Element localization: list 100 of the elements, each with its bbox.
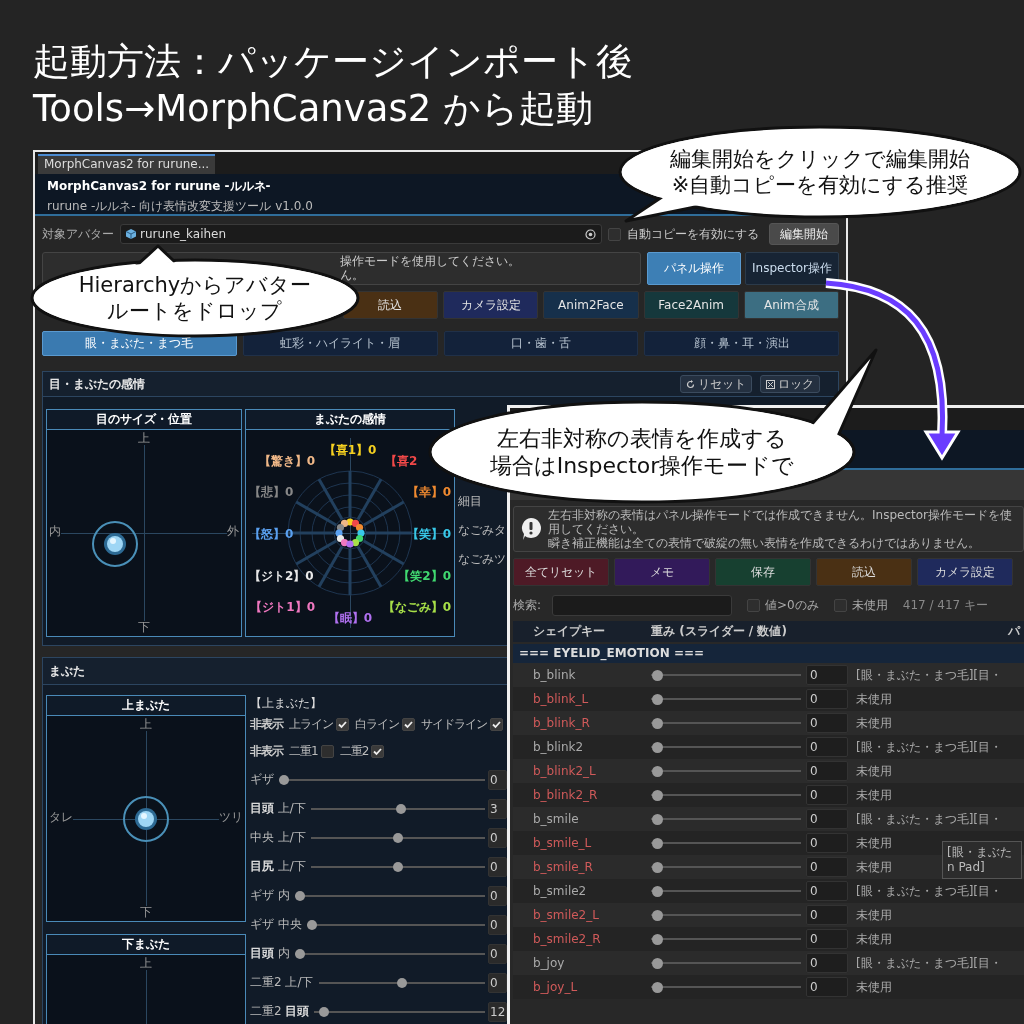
value-field[interactable]: 0 — [806, 785, 848, 805]
slider-thumb[interactable] — [651, 765, 663, 777]
window-tab[interactable]: MorphCanvas2 for rurune... — [38, 154, 216, 174]
pad-handle[interactable] — [121, 793, 171, 844]
action-button[interactable]: Face2Anim — [643, 291, 739, 319]
slider[interactable] — [651, 717, 801, 729]
slider-thumb[interactable] — [392, 861, 403, 872]
action-button[interactable]: 全てリセット — [513, 558, 609, 586]
slider-thumb[interactable] — [306, 919, 317, 930]
checkbox[interactable] — [747, 598, 761, 612]
slider-thumb[interactable] — [294, 890, 305, 901]
slider-thumb[interactable] — [651, 837, 663, 849]
checkbox[interactable] — [608, 227, 621, 241]
slider[interactable] — [651, 885, 801, 897]
value-field[interactable]: 0 — [488, 827, 507, 848]
action-button[interactable]: Anim合成 — [743, 291, 839, 319]
slider[interactable] — [651, 813, 801, 825]
value-field[interactable]: 0 — [488, 914, 507, 935]
slider-thumb[interactable] — [651, 789, 663, 801]
value-field[interactable]: 0 — [806, 809, 848, 829]
slider[interactable] — [294, 890, 485, 901]
slider-thumb[interactable] — [651, 693, 663, 705]
slider-thumb[interactable] — [651, 813, 663, 825]
value-field[interactable]: 0 — [806, 929, 848, 949]
checkbox[interactable] — [490, 718, 503, 731]
checkbox[interactable] — [402, 718, 415, 731]
slider[interactable] — [310, 803, 485, 814]
action-button[interactable]: 保存 — [715, 558, 811, 586]
slider-thumb[interactable] — [651, 717, 663, 729]
value-field[interactable]: 3 — [488, 798, 507, 819]
action-button[interactable]: カメラ設定 — [917, 558, 1013, 586]
checkbox[interactable] — [371, 745, 385, 758]
search-field[interactable] — [552, 594, 733, 616]
slider[interactable] — [651, 837, 801, 849]
action-button[interactable]: 読込 — [816, 558, 912, 586]
value-field[interactable]: 0 — [488, 885, 507, 906]
value-field[interactable]: 0 — [488, 972, 507, 993]
value-field[interactable]: 0 — [806, 977, 848, 997]
value-field[interactable]: 0 — [806, 761, 848, 781]
slider-thumb[interactable] — [392, 832, 403, 843]
slider[interactable] — [318, 977, 485, 988]
mode-tab[interactable]: Inspector操作 — [745, 252, 839, 285]
slider[interactable] — [310, 832, 485, 843]
slider[interactable] — [651, 669, 801, 681]
slider-thumb[interactable] — [294, 948, 305, 959]
slider-thumb[interactable] — [319, 1006, 330, 1017]
slider[interactable] — [651, 741, 801, 753]
mode-tab[interactable]: パネル操作 — [647, 252, 741, 285]
section-action-button[interactable]: ロック — [760, 375, 820, 393]
value-field[interactable]: 0 — [488, 769, 507, 790]
pad-handle[interactable] — [90, 519, 140, 569]
value-field[interactable]: 0 — [806, 665, 848, 685]
slider[interactable] — [306, 919, 485, 930]
slider-thumb[interactable] — [396, 977, 407, 988]
target-icon[interactable] — [585, 228, 596, 240]
value-field[interactable]: 0 — [806, 713, 848, 733]
slider[interactable] — [651, 765, 801, 777]
slider-thumb[interactable] — [651, 861, 663, 873]
value-field[interactable]: 0 — [806, 689, 848, 709]
checkbox[interactable] — [336, 718, 349, 731]
slider-thumb[interactable] — [651, 741, 663, 753]
slider-thumb[interactable] — [651, 981, 663, 993]
slider-thumb[interactable] — [651, 885, 663, 897]
slider[interactable] — [314, 1006, 485, 1017]
value-field[interactable]: 12 — [488, 1001, 507, 1022]
slider[interactable] — [651, 861, 801, 873]
slider-thumb[interactable] — [651, 933, 663, 945]
section-action-button[interactable]: リセット — [680, 375, 752, 393]
value-field[interactable]: 0 — [806, 881, 848, 901]
slider-thumb[interactable] — [651, 909, 663, 921]
checkbox[interactable] — [833, 598, 847, 612]
slider-thumb[interactable] — [279, 774, 289, 785]
slider[interactable] — [310, 861, 485, 872]
value-field[interactable]: 0 — [488, 943, 507, 964]
slider[interactable] — [279, 774, 485, 785]
checkbox[interactable] — [320, 745, 334, 758]
category-tab[interactable]: 虹彩・ハイライト・眉 — [242, 331, 438, 356]
slider-thumb[interactable] — [396, 803, 407, 814]
slider-thumb[interactable] — [651, 669, 663, 681]
value-field[interactable]: 0 — [806, 737, 848, 757]
category-tab[interactable]: 口・歯・舌 — [443, 331, 639, 356]
start-button[interactable]: 編集開始 — [769, 223, 839, 245]
category-tab[interactable]: 顔・鼻・耳・演出 — [644, 331, 839, 356]
slider[interactable] — [651, 789, 801, 801]
value-field[interactable]: 0 — [806, 905, 848, 925]
value-field[interactable]: 0 — [806, 953, 848, 973]
action-button[interactable]: Anim2Face — [543, 291, 639, 319]
avatar-field[interactable]: rurune_kaihen — [120, 224, 602, 244]
slider[interactable] — [651, 909, 801, 921]
value-field[interactable]: 0 — [806, 833, 848, 853]
action-button[interactable]: カメラ設定 — [443, 291, 539, 319]
action-button[interactable]: メモ — [614, 558, 710, 586]
value-field[interactable]: 0 — [806, 857, 848, 877]
slider[interactable] — [651, 957, 801, 969]
slider[interactable] — [651, 981, 801, 993]
slider-thumb[interactable] — [651, 957, 663, 969]
slider[interactable] — [294, 948, 485, 959]
value-field[interactable]: 0 — [488, 856, 507, 877]
slider[interactable] — [651, 933, 801, 945]
slider[interactable] — [651, 693, 801, 705]
